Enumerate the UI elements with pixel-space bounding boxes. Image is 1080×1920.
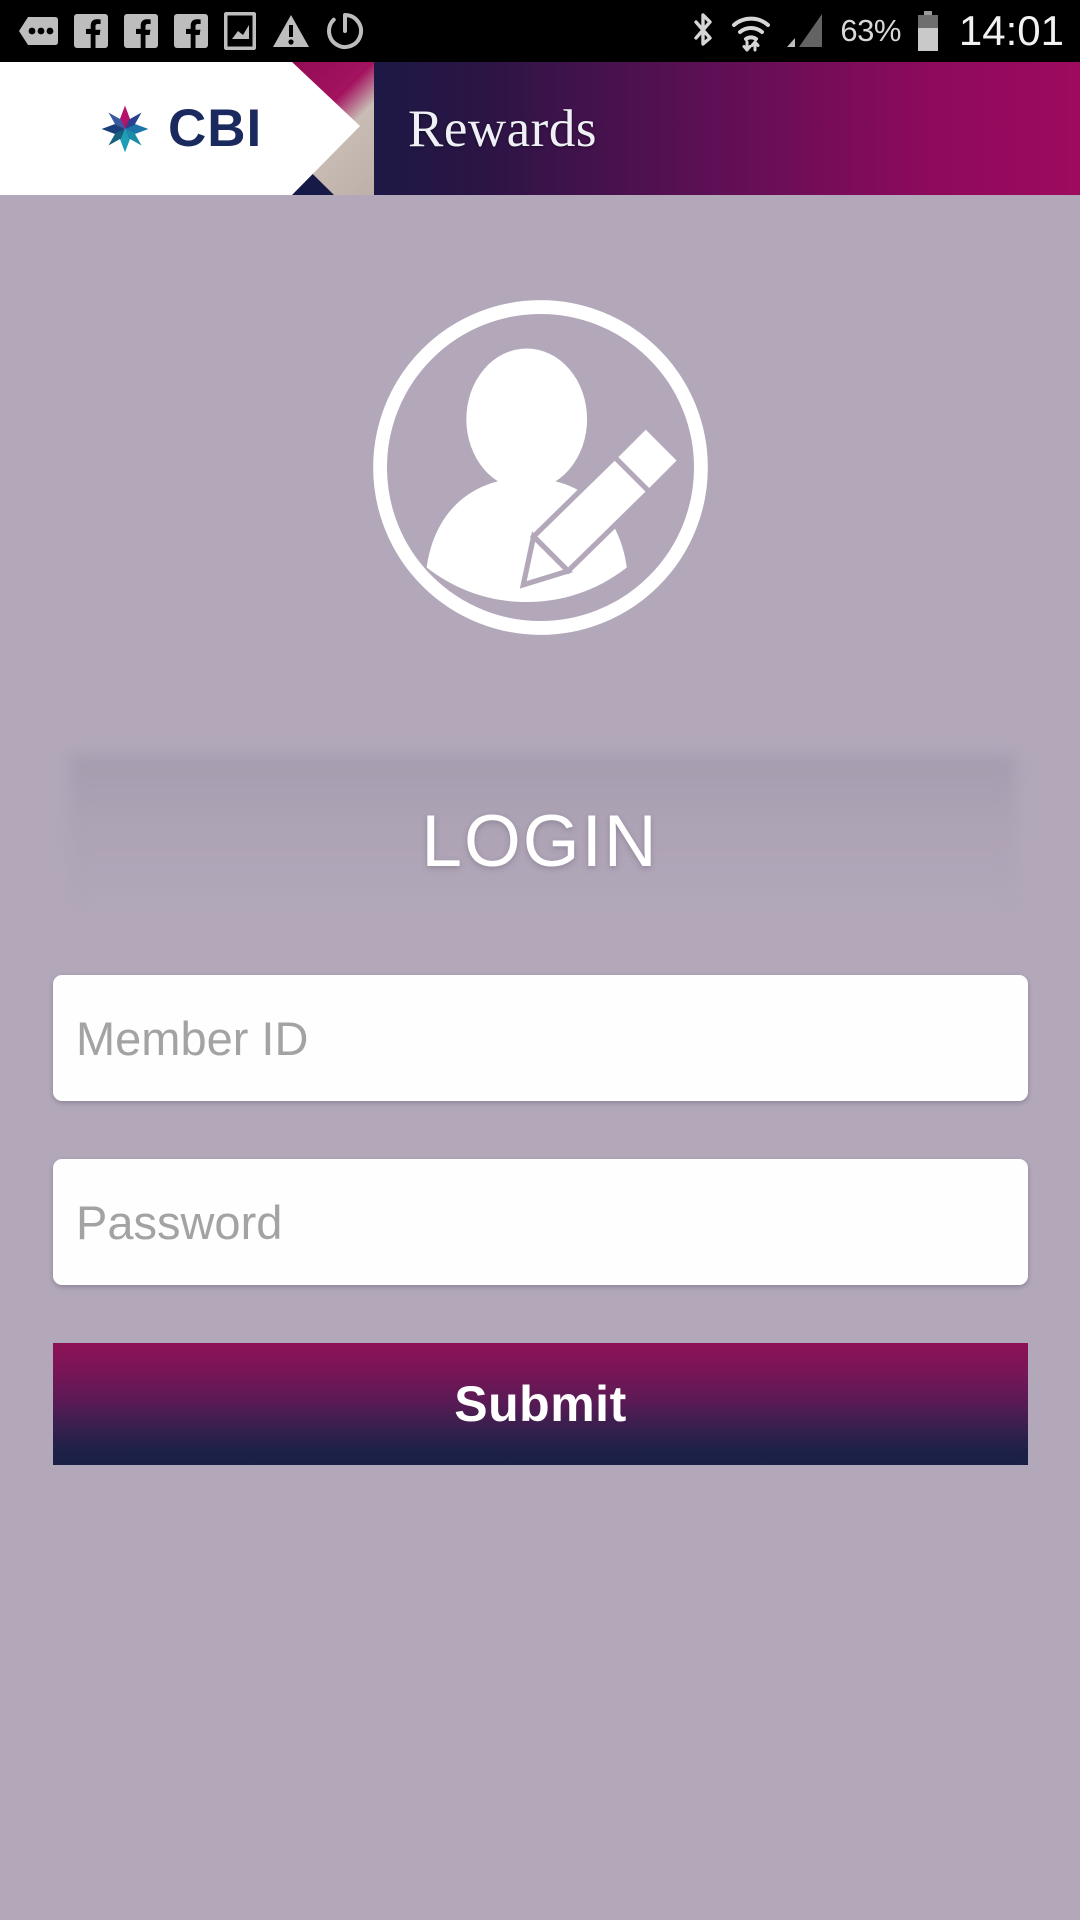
brand-logo: CBI — [0, 102, 262, 156]
facebook-icon — [74, 14, 108, 48]
user-edit-avatar-icon — [372, 300, 708, 635]
header-logo-tab: CBI — [0, 62, 360, 195]
page-title: Rewards — [408, 99, 597, 158]
clock-label: 14:01 — [958, 7, 1064, 54]
battery-icon — [917, 11, 938, 51]
avatar-container — [0, 295, 1080, 640]
warning-icon — [273, 15, 309, 47]
screenshot-icon — [224, 12, 256, 50]
app-header: CBI Rewards — [0, 62, 1080, 195]
bluetooth-icon — [694, 13, 713, 46]
cbi-starburst-logo-icon — [101, 105, 149, 152]
password-input[interactable] — [53, 1159, 1028, 1285]
signal-icon — [787, 14, 823, 47]
member-id-input[interactable] — [53, 975, 1028, 1101]
status-bar-right-icons: 63% 14:01 — [690, 10, 1080, 52]
status-bar: 63% 14:01 — [0, 0, 1080, 62]
brand-name: CBI — [168, 99, 263, 158]
submit-button[interactable]: Submit — [53, 1343, 1028, 1465]
battery-percent-label: 63% — [840, 13, 901, 48]
wifi-icon — [732, 16, 771, 52]
facebook-icon — [124, 14, 158, 48]
alarm-icon — [327, 13, 363, 49]
facebook-icon — [174, 14, 208, 48]
status-bar-left-icons — [0, 12, 364, 50]
login-screen: LOGIN Submit — [0, 195, 1080, 1920]
messaging-icon — [19, 17, 58, 45]
login-form: Submit — [53, 975, 1028, 1465]
login-heading: LOGIN — [421, 801, 659, 882]
